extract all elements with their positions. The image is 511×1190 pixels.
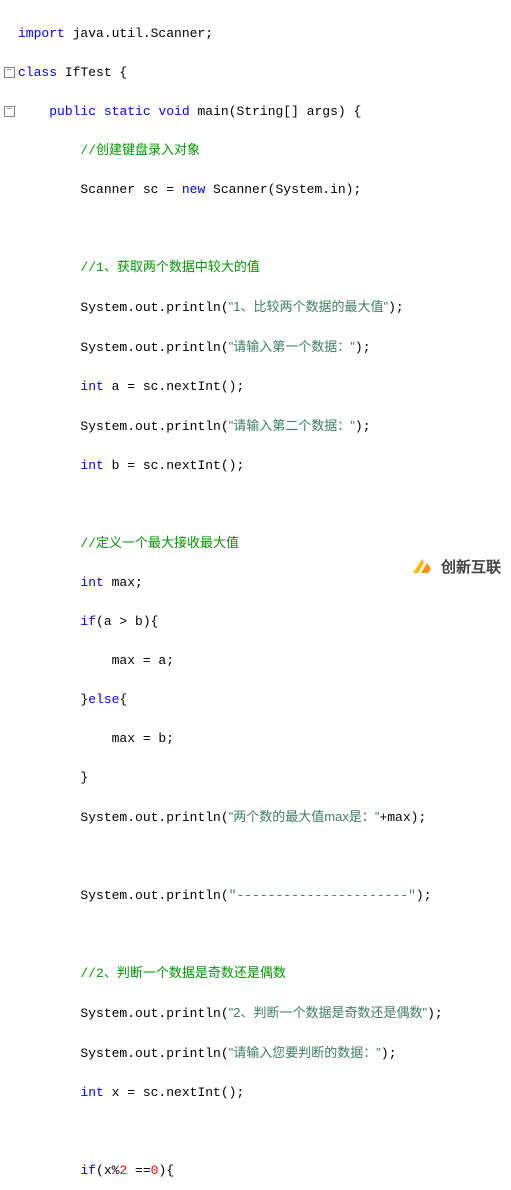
- code-line: //定义一个最大接收最大值: [4, 534, 511, 554]
- code-text: System.out.println(: [80, 1006, 228, 1021]
- code-text: Scanner sc =: [80, 182, 181, 197]
- code-text: }: [80, 770, 88, 785]
- code-line: if(x%2 ==0){: [4, 1161, 511, 1181]
- code-line: [4, 1122, 511, 1142]
- code-text: a = sc.nextInt();: [104, 379, 244, 394]
- code-line: }else{: [4, 690, 511, 710]
- watermark: 创新互联: [409, 555, 501, 581]
- code-text: x = sc.nextInt();: [104, 1085, 244, 1100]
- keyword: if: [80, 614, 96, 629]
- code-text: );: [355, 419, 371, 434]
- code-text: System.out.println(: [80, 1046, 228, 1061]
- code-line: System.out.println("--------------------…: [4, 886, 511, 906]
- string: "请输入第一个数据：": [229, 339, 355, 354]
- keyword: class: [18, 65, 57, 80]
- watermark-text: 创新互联: [441, 557, 501, 580]
- keyword: void: [158, 104, 189, 119]
- code-text: max = a;: [112, 653, 174, 668]
- code-line: //1、获取两个数据中较大的值: [4, 258, 511, 278]
- code-text: (x%: [96, 1163, 119, 1178]
- keyword: public: [49, 104, 96, 119]
- code-text: (a > b){: [96, 614, 158, 629]
- code-line: System.out.println("请输入第一个数据：");: [4, 337, 511, 358]
- string: "两个数的最大值max是：": [229, 809, 380, 824]
- string: "2、判断一个数据是奇数还是偶数": [229, 1005, 427, 1020]
- keyword: int: [80, 379, 103, 394]
- code-text: {: [119, 692, 127, 707]
- watermark-logo-icon: [409, 555, 435, 581]
- code-line: System.out.println("请输入您要判断的数据：");: [4, 1043, 511, 1064]
- code-line: max = b;: [4, 729, 511, 749]
- keyword: static: [104, 104, 151, 119]
- comment: //创建键盘录入对象: [80, 143, 200, 158]
- keyword: int: [80, 575, 103, 590]
- keyword: else: [88, 692, 119, 707]
- code-line: int x = sc.nextInt();: [4, 1083, 511, 1103]
- number: 0: [151, 1163, 159, 1178]
- number: 2: [119, 1163, 127, 1178]
- code-text: );: [355, 340, 371, 355]
- string: "请输入第二个数据：": [229, 418, 355, 433]
- code-text: ==: [127, 1163, 150, 1178]
- code-line: int a = sc.nextInt();: [4, 377, 511, 397]
- code-line: int b = sc.nextInt();: [4, 456, 511, 476]
- code-line: import java.util.Scanner;: [4, 24, 511, 44]
- code-text: b = sc.nextInt();: [104, 458, 244, 473]
- code-line: [4, 925, 511, 945]
- fold-icon: [4, 67, 15, 78]
- comment: //1、获取两个数据中较大的值: [80, 260, 259, 275]
- code-line: if(a > b){: [4, 612, 511, 632]
- keyword: int: [80, 458, 103, 473]
- code-text: System.out.println(: [80, 419, 228, 434]
- string: "----------------------": [229, 888, 416, 903]
- keyword: if: [80, 1163, 96, 1178]
- code-line: [4, 495, 511, 515]
- code-text: Scanner(System.in);: [205, 182, 361, 197]
- code-text: main(String[] args) {: [190, 104, 362, 119]
- fold-icon: [4, 106, 15, 117]
- code-line: System.out.println("2、判断一个数据是奇数还是偶数");: [4, 1003, 511, 1024]
- code-text: );: [381, 1046, 397, 1061]
- code-line: [4, 847, 511, 867]
- code-block: import java.util.Scanner; class IfTest {…: [0, 0, 511, 1190]
- string: "请输入您要判断的数据：": [229, 1045, 381, 1060]
- code-text: System.out.println(: [80, 888, 228, 903]
- code-text: java.util.Scanner;: [65, 26, 213, 41]
- code-line: public static void main(String[] args) {: [4, 102, 511, 122]
- code-text: System.out.println(: [80, 300, 228, 315]
- code-line: //2、判断一个数据是奇数还是偶数: [4, 964, 511, 984]
- code-text: max;: [104, 575, 143, 590]
- keyword: int: [80, 1085, 103, 1100]
- code-line: [4, 219, 511, 239]
- code-line: class IfTest {: [4, 63, 511, 83]
- code-text: System.out.println(: [80, 810, 228, 825]
- code-text: );: [416, 888, 432, 903]
- code-text: );: [427, 1006, 443, 1021]
- keyword: new: [182, 182, 205, 197]
- code-text: max = b;: [112, 731, 174, 746]
- keyword: import: [18, 26, 65, 41]
- code-text: }: [80, 692, 88, 707]
- comment: //2、判断一个数据是奇数还是偶数: [80, 966, 285, 981]
- code-text: System.out.println(: [80, 340, 228, 355]
- code-text: +max);: [379, 810, 426, 825]
- code-line: max = a;: [4, 651, 511, 671]
- code-line: }: [4, 768, 511, 788]
- comment: //定义一个最大接收最大值: [80, 536, 239, 551]
- code-line: System.out.println("请输入第二个数据：");: [4, 416, 511, 437]
- code-text: ){: [158, 1163, 174, 1178]
- code-line: System.out.println("1、比较两个数据的最大值");: [4, 297, 511, 318]
- string: "1、比较两个数据的最大值": [229, 299, 388, 314]
- code-text: );: [388, 300, 404, 315]
- code-line: //创建键盘录入对象: [4, 141, 511, 161]
- code-line: Scanner sc = new Scanner(System.in);: [4, 180, 511, 200]
- code-text: IfTest {: [57, 65, 127, 80]
- code-line: System.out.println("两个数的最大值max是："+max);: [4, 807, 511, 828]
